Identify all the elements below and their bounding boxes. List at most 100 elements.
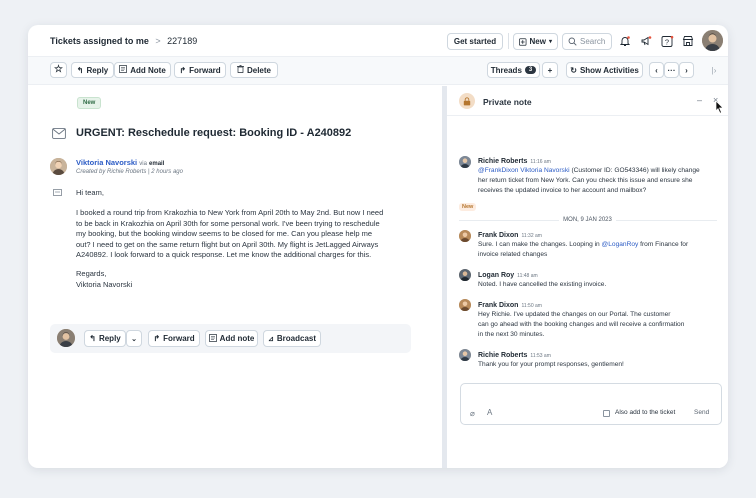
reply-bar-reply-button[interactable]: ↰ Reply [84,330,126,347]
expand-panel-icon[interactable]: |› [706,62,722,78]
sender-name[interactable]: Viktoria Navorski [76,158,137,167]
broadcast-label: Broadcast [276,334,316,343]
send-button[interactable]: Send [694,409,709,416]
note-status-badge: New [459,203,477,211]
note-time: 11:48 am [517,273,538,279]
richie-avatar [459,349,471,361]
mention-link[interactable]: Viktoria Navorski [520,167,569,174]
created-sep: | [148,169,150,175]
svg-text:?: ? [664,37,668,46]
email-icon [52,128,66,141]
add-thread-button[interactable]: + [542,62,558,78]
note-message: Richie Roberts 11:16 am @FrankDixon Vikto… [478,156,700,197]
note-author: Logan Roy [478,272,515,279]
threads-button[interactable]: Threads 3 [487,62,540,78]
email-body-line: I booked a round trip from Krakozhia to … [76,208,384,217]
email-regards: Regards, [76,269,107,278]
show-activities-button[interactable]: ↻ Show Activities [566,62,643,78]
forward-label: Forward [189,65,221,75]
reply-bar-add-note-label: Add note [219,334,255,343]
add-note-button[interactable]: Add Note [114,62,171,78]
note-icon [208,333,217,344]
delete-label: Delete [246,65,271,75]
get-started-button[interactable]: Get started [447,33,503,50]
help-icon[interactable]: ? [659,33,675,49]
prev-ticket-button[interactable]: ‹ [649,62,664,78]
new-button-label: New [529,37,546,46]
megaphone-icon[interactable] [638,33,654,49]
email-body-line: A240892. I look forward to a quick respo… [76,250,372,259]
mention-link[interactable]: @LoganRoy [602,241,639,248]
note-text: her return ticket from New York. Can you… [478,177,693,185]
date-separator: MON, 9 JAN 2023 [447,217,728,223]
also-add-checkbox[interactable] [603,410,610,417]
star-button[interactable]: ☆ [50,62,67,78]
mouse-cursor-icon [715,100,724,114]
search-placeholder: Search [580,37,606,46]
note-author: Frank Dixon [478,302,519,309]
app-window: Tickets assigned to me > 227189 Get star… [28,25,728,468]
search-input[interactable]: Search [562,33,612,50]
note-composer[interactable]: ⌀ A Also add to the ticket Send [460,383,722,425]
store-icon[interactable] [680,33,696,49]
search-icon [568,37,577,46]
email-body: I booked a round trip from Krakozhia to … [76,208,383,261]
note-message: Richie Roberts 11:53 am Thank you for you… [478,350,624,370]
ticket-id: 227189 [167,36,198,46]
top-bar: Tickets assigned to me > 227189 Get star… [28,25,728,57]
more-options-button[interactable]: ··· [664,62,679,78]
channel-text: email [149,161,165,167]
note-text: (Customer ID: GO543346) will likely chan… [571,167,700,174]
note-text: from Finance for [640,241,689,248]
divider [508,33,509,49]
forward-icon: ↱ [153,334,161,343]
notification-bell-icon[interactable] [617,33,633,49]
note-message: Frank Dixon 11:50 am Hey Richie. I've upd… [478,300,684,341]
note-author: Frank Dixon [478,232,519,239]
note-text: Thank you for your prompt responses, gen… [478,361,624,368]
email-body-line: out? I need to get on the same return fl… [76,239,379,249]
attachment-icon[interactable]: ⌀ [470,409,475,418]
minimize-button[interactable]: – [697,95,702,105]
threads-label: Threads [490,65,522,75]
reply-bar-add-note-button[interactable]: Add note [205,330,258,347]
note-author: Richie Roberts [478,158,528,165]
reply-bar-reply-label: Reply [98,334,121,343]
reply-button[interactable]: ↰ Reply [71,62,114,78]
chevron-down-icon: ⌄ [131,335,137,343]
new-button[interactable]: New ▾ [513,33,558,50]
note-text: Noted. I have cancelled the existing inv… [478,281,607,288]
forward-button[interactable]: ↱ Forward [174,62,226,78]
created-by: Created by Richie Roberts [76,169,147,175]
reply-bar-forward-label: Forward [163,334,195,343]
note-text: Sure. I can make the changes. Looping in [478,241,600,248]
logan-avatar [459,269,471,281]
text-format-icon[interactable]: A [487,408,492,417]
reply-bar: ↰ Reply ⌄ ↱ Forward Add note ⊿ Broadcast [50,324,411,353]
threads-count-badge: 3 [524,66,537,74]
sender-avatar [50,158,67,175]
note-text: can go ahead with the booking changes an… [478,321,685,329]
note-time: 11:50 am [521,303,542,309]
show-activities-label: Show Activities [579,65,639,75]
note-text: Hey Richie. I've updated the changes on … [478,311,671,318]
via-text: via [139,161,147,167]
reply-dropdown-button[interactable]: ⌄ [126,330,142,347]
breadcrumb-separator: > [155,36,161,46]
note-time: 11:16 am [530,159,551,165]
broadcast-button[interactable]: ⊿ Broadcast [263,330,321,347]
plus-box-icon [519,37,527,46]
user-avatar[interactable] [702,30,723,51]
delete-button[interactable]: Delete [230,62,278,78]
breadcrumb-title[interactable]: Tickets assigned to me [50,36,149,46]
status-badge: New [77,97,102,109]
note-author: Richie Roberts [478,352,528,359]
mention-link[interactable]: @FrankDixon [478,167,518,174]
note-panel-title: Private note [483,97,532,107]
trash-icon [236,65,244,75]
reply-icon: ↰ [76,65,84,75]
note-time: 11:32 am [521,233,542,239]
note-message: Frank Dixon 11:32 am Sure. I can make the… [478,230,688,260]
reply-bar-forward-button[interactable]: ↱ Forward [148,330,200,347]
next-ticket-button[interactable]: › [679,62,694,78]
